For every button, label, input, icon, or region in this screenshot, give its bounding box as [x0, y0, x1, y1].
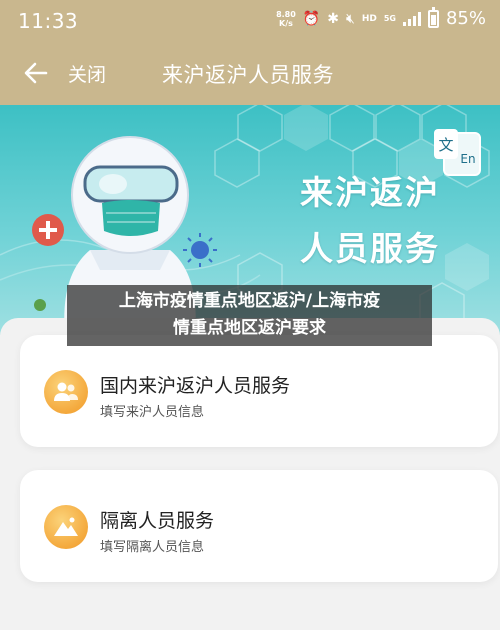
alarm-icon: ⏰: [302, 10, 321, 27]
card-subtitle: 填写隔离人员信息: [100, 540, 205, 555]
headline-overlay: 上海市疫情重点地区返沪/上海市疫 情重点地区返沪要求: [67, 285, 432, 346]
status-icons: 8.80 K/s ⏰ ✱ 🔇︎ HD 5G 85%: [276, 6, 486, 29]
people-icon: [44, 370, 88, 414]
close-button[interactable]: 关闭: [68, 60, 106, 87]
card-subtitle: 填写来沪人员信息: [100, 405, 205, 420]
mute-icon: 🔇︎: [346, 10, 355, 27]
battery-level: 85%: [445, 8, 486, 29]
language-switch-icon[interactable]: 文 En: [430, 127, 484, 181]
banner-title: 来沪返沪 人员服务: [300, 173, 440, 268]
status-time: 11:33: [18, 9, 79, 33]
back-arrow-icon[interactable]: [22, 59, 50, 87]
bluetooth-icon: ✱: [327, 10, 339, 27]
net-speed: 8.80 K/s: [276, 9, 296, 28]
title-bar: 关闭 来沪返沪人员服务: [0, 42, 500, 105]
page-title: 来沪返沪人员服务: [162, 63, 334, 87]
service-card-quarantine[interactable]: 隔离人员服务 填写隔离人员信息: [20, 470, 498, 582]
battery-icon: [427, 6, 439, 28]
network-type: 5G: [383, 13, 396, 23]
mountain-icon: [44, 505, 88, 549]
hd-label: HD: [361, 13, 377, 24]
service-card-domestic[interactable]: 国内来沪返沪人员服务 填写来沪人员信息: [20, 335, 498, 447]
lang-en: En: [460, 152, 475, 166]
card-title: 国内来沪返沪人员服务: [100, 375, 291, 397]
lang-cn: 文: [438, 136, 453, 154]
signal-icon: [402, 11, 421, 26]
status-bar: 11:33 8.80 K/s ⏰ ✱ 🔇︎ HD 5G 85%: [0, 0, 500, 42]
card-title: 隔离人员服务: [100, 510, 215, 532]
